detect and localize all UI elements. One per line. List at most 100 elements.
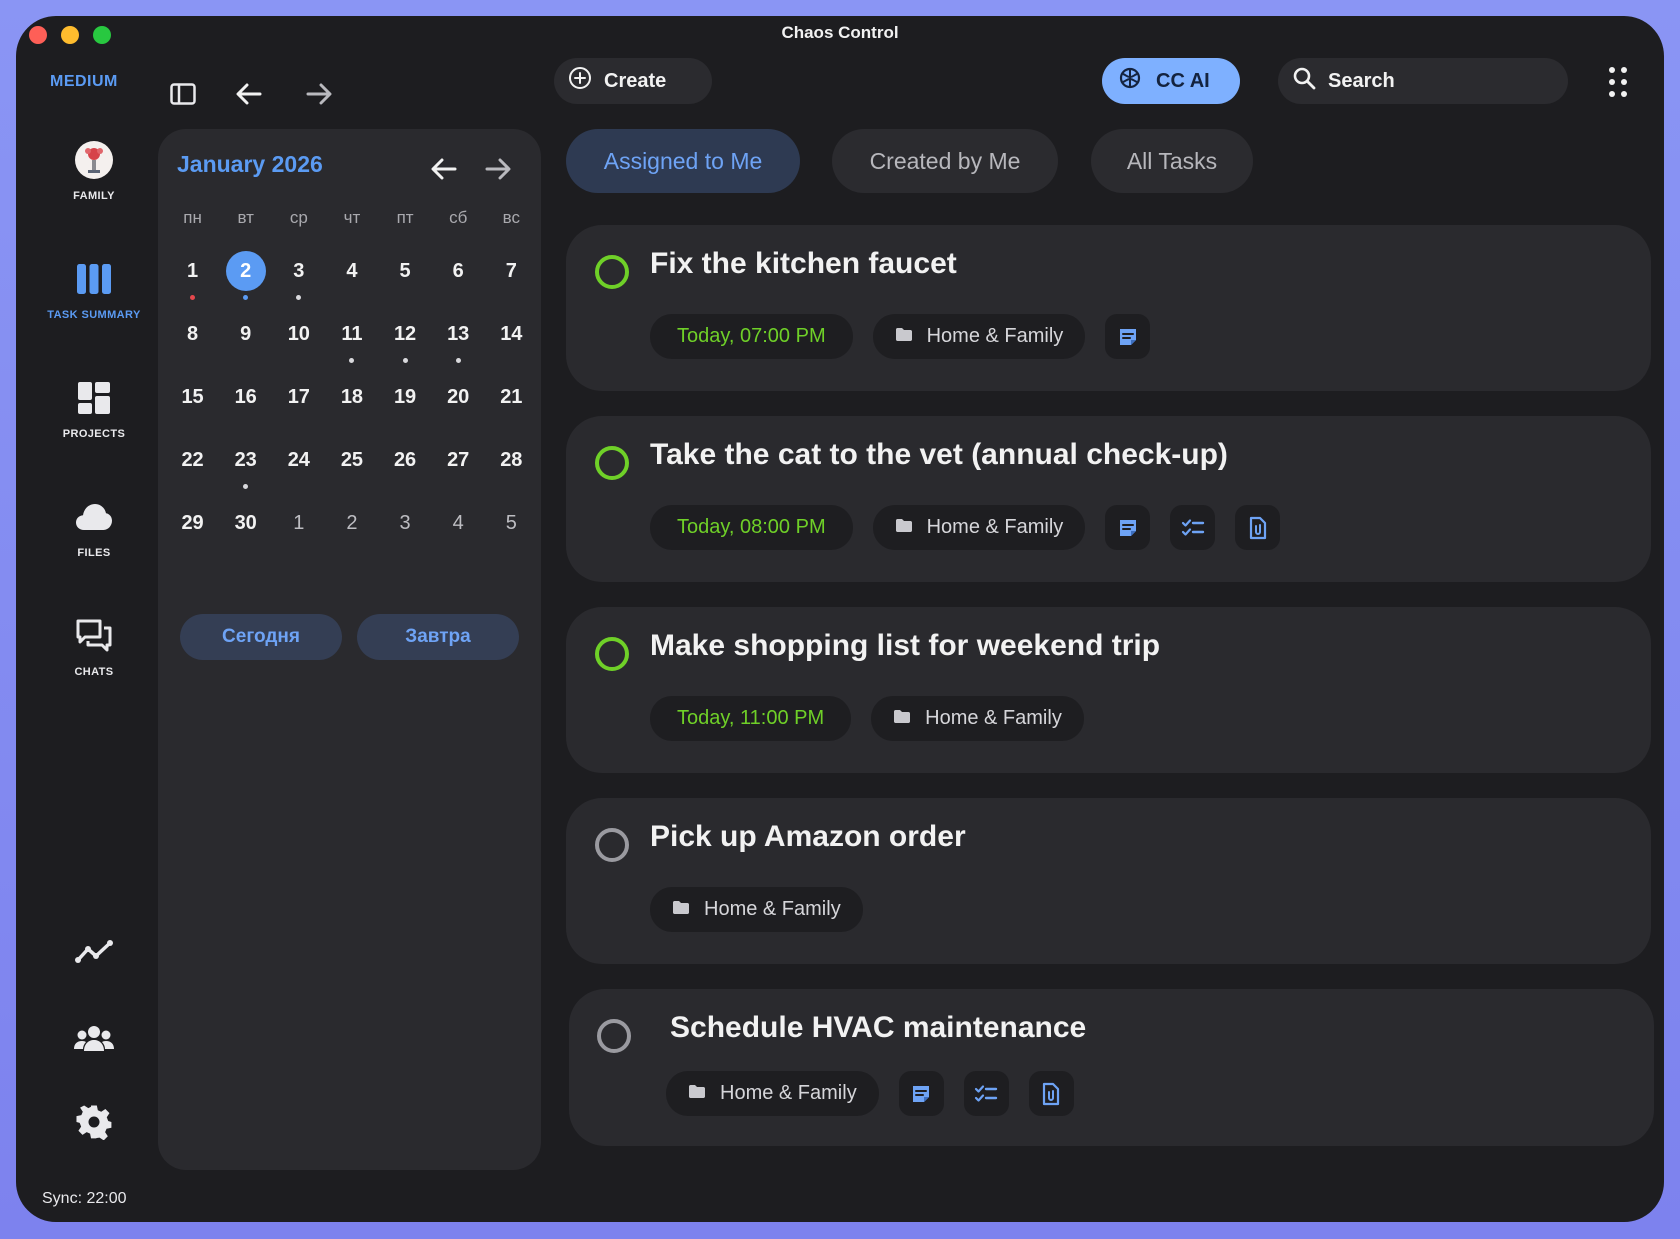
forward-arrow-icon[interactable] [303,78,335,110]
create-button[interactable]: Create [554,58,712,104]
calendar-day[interactable]: 4 [432,495,485,558]
calendar-day[interactable]: 3 [379,495,432,558]
notes-icon[interactable] [898,1071,944,1116]
sidebar-toggle-icon[interactable] [167,78,199,110]
nav-projects[interactable]: PROJECTS [34,376,154,440]
event-dot-indicator [402,358,408,363]
calendar-day-number: 16 [234,386,257,408]
project-chip[interactable]: Home & Family [871,696,1084,741]
close-window-button[interactable] [29,26,47,44]
due-date-chip[interactable]: Today, 11:00 PM [650,696,852,741]
calendar-day[interactable]: 17 [272,369,325,432]
due-date-chip[interactable]: Today, 07:00 PM [650,314,853,359]
task-title[interactable]: Fix the kitchen faucet [650,247,957,281]
task-title[interactable]: Take the cat to the vet (annual check-up… [650,438,1228,472]
calendar-day[interactable]: 26 [379,432,432,495]
task-card[interactable]: Make shopping list for weekend trip Today… [566,607,1651,773]
task-card[interactable]: Pick up Amazon order Home & Family [566,798,1651,964]
project-chip[interactable]: Home & Family [872,314,1086,359]
weekday-label: вт [237,208,254,227]
search-input[interactable]: Search [1278,58,1568,104]
calendar-day[interactable]: 5 [379,243,432,306]
calendar-day[interactable]: 13 [432,306,485,369]
next-month-icon[interactable] [482,153,514,185]
calendar-day[interactable]: 23 [219,432,272,495]
calendar-day-selected[interactable]: 2 [219,243,272,306]
ai-button[interactable]: CC AI [1102,58,1240,104]
task-complete-checkbox[interactable] [597,1019,631,1053]
nav-task-summary[interactable]: TASK SUMMARY [34,257,154,321]
task-card[interactable]: Take the cat to the vet (annual check-up… [566,416,1651,582]
calendar-day[interactable]: 18 [325,369,378,432]
project-chip[interactable]: Home & Family [650,887,863,932]
task-title[interactable]: Pick up Amazon order [650,820,966,854]
nav-family[interactable]: FAMILY [34,138,154,202]
task-card[interactable]: Schedule HVAC maintenance Home & Family [569,989,1654,1146]
calendar-day[interactable]: 14 [485,306,538,369]
calendar-day-number: 5 [505,512,517,534]
file-icon[interactable] [1028,1071,1074,1116]
due-date-chip[interactable]: Today, 08:00 PM [650,505,853,550]
calendar-day[interactable]: 4 [325,243,378,306]
task-title[interactable]: Schedule HVAC maintenance [670,1011,1086,1045]
task-complete-checkbox[interactable] [595,255,629,289]
task-complete-checkbox[interactable] [595,637,629,671]
tab-created-by-me[interactable]: Created by Me [832,129,1058,193]
calendar-grid: пн вт ср чт пт сб вс 1 2 3 4 5 6 7 8 9 10 11 12 13 14 15 16 17 1… [166,203,538,558]
task-complete-checkbox[interactable] [595,446,629,480]
notes-icon[interactable] [1105,314,1151,359]
weekday-label: ср [289,208,308,227]
calendar-day[interactable]: 20 [432,369,485,432]
notes-icon[interactable] [1105,505,1151,550]
calendar-day[interactable]: 6 [432,243,485,306]
settings-button[interactable] [34,1100,154,1144]
prev-month-icon[interactable] [428,153,460,185]
calendar-day[interactable]: 19 [379,369,432,432]
calendar-day[interactable]: 29 [166,495,219,558]
calendar-day[interactable]: 10 [272,306,325,369]
project-chip[interactable]: Home & Family [872,505,1086,550]
calendar-day[interactable]: 30 [219,495,272,558]
file-icon[interactable] [1235,505,1281,550]
calendar-day[interactable]: 22 [166,432,219,495]
tomorrow-button[interactable]: Завтра [357,614,519,660]
zoom-window-button[interactable] [93,26,111,44]
tab-assigned-to-me[interactable]: Assigned to Me [566,129,800,193]
task-title[interactable]: Make shopping list for weekend trip [650,629,1160,663]
calendar-day-number: 4 [346,260,358,282]
calendar-day[interactable]: 11 [325,306,378,369]
checklist-icon[interactable] [1170,505,1216,550]
calendar-day[interactable]: 15 [166,369,219,432]
tab-all-tasks[interactable]: All Tasks [1091,129,1253,193]
calendar-day-number: 13 [447,323,470,345]
task-complete-checkbox[interactable] [595,828,629,862]
task-card[interactable]: Fix the kitchen faucet Today, 07:00 PM Hom… [566,225,1651,391]
calendar-day-number: 1 [293,512,305,534]
calendar-day[interactable]: 5 [485,495,538,558]
calendar-day[interactable]: 12 [379,306,432,369]
calendar-day[interactable]: 16 [219,369,272,432]
calendar-day[interactable]: 2 [325,495,378,558]
calendar-day[interactable]: 21 [485,369,538,432]
calendar-day[interactable]: 28 [485,432,538,495]
back-arrow-icon[interactable] [233,78,265,110]
app-grid-icon[interactable] [1608,66,1628,103]
nav-chats[interactable]: CHATS [34,614,154,678]
project-chip[interactable]: Home & Family [666,1071,879,1116]
calendar-day[interactable]: 24 [272,432,325,495]
team-button[interactable] [34,1016,154,1060]
nav-files[interactable]: FILES [34,495,154,559]
checklist-icon[interactable] [963,1071,1009,1116]
today-button[interactable]: Сегодня [180,614,342,660]
minimize-window-button[interactable] [61,26,79,44]
calendar-day[interactable]: 1 [272,495,325,558]
calendar-day-number: 20 [447,386,470,408]
calendar-day[interactable]: 3 [272,243,325,306]
calendar-day[interactable]: 1 [166,243,219,306]
calendar-day[interactable]: 25 [325,432,378,495]
calendar-day[interactable]: 8 [166,306,219,369]
analytics-button[interactable] [34,930,154,974]
calendar-day[interactable]: 9 [219,306,272,369]
calendar-day[interactable]: 7 [485,243,538,306]
calendar-day[interactable]: 27 [432,432,485,495]
